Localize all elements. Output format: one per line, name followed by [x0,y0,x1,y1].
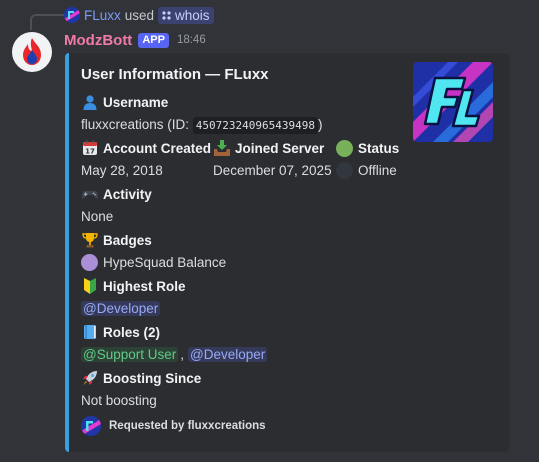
badges-value: HypeSquad Balance [103,254,227,270]
footer-text: Requested by fluxxcreations [109,420,266,432]
username-value: fluxxcreations (ID: [81,116,193,132]
footer-avatar [81,416,101,436]
slash-command-chip[interactable]: whois [158,6,214,24]
field-boosting-since: Boosting Since Not boosting [81,368,201,410]
field-name: Joined Server [235,140,325,156]
field-activity: Activity None [81,184,152,226]
field-name: Highest Role [103,278,186,294]
status-value: Offline [358,162,397,178]
beginner-icon [81,278,98,295]
trophy-icon [81,232,98,249]
slash-command-name: whois [175,7,210,23]
joined-server-value: December 07, 2025 [213,162,332,178]
message-header: ModzBott APP 18:46 [64,30,206,50]
username-value-suffix: ) [318,116,323,132]
field-name: Status [358,140,400,156]
message-timestamp[interactable]: 18:46 [177,34,206,46]
role-separator: , [180,346,185,362]
user-id-code: 450723240965439498 [192,116,319,134]
black-circle-icon [336,161,353,179]
role-mention-developer[interactable]: @Developer [81,300,161,316]
bust-in-silhouette-icon [81,94,98,111]
rocket-icon [81,370,98,387]
account-created-value: May 28, 2018 [81,162,163,178]
fluxx-logo-icon [413,62,493,142]
reply-action-text: used [124,7,155,23]
field-name: Roles (2) [103,324,161,340]
inbox-tray-icon [213,140,230,157]
embed-thumbnail[interactable] [413,62,493,142]
field-name: Boosting Since [103,370,202,386]
field-highest-role: Highest Role @Developer [81,276,186,318]
svg-text:17: 17 [85,148,95,156]
app-badge: APP [138,32,169,48]
field-joined-server: Joined Server December 07, 2025 [213,138,332,180]
field-name: Account Created [103,140,212,156]
purple-circle-icon [81,253,98,271]
embed-card: User Information — FLuxx Username fluxxc… [65,53,509,452]
field-status: Status Offline [336,138,399,180]
video-game-icon [81,186,98,203]
green-circle-icon [336,139,353,157]
embed-title: User Information — FLuxx [81,66,269,83]
slash-command-icon [162,8,171,23]
calendar-icon: 17 [81,140,98,157]
field-username: Username fluxxcreations (ID: 45072324096… [81,92,323,134]
replied-username[interactable]: FLuxx [84,8,121,23]
reply-preview[interactable]: FLuxx used whois [64,6,214,24]
flame-logo-icon [23,38,41,65]
boosting-value: Not boosting [81,392,157,408]
bot-avatar[interactable] [12,32,52,72]
field-badges: Badges HypeSquad Balance [81,230,226,272]
embed-footer: Requested by fluxxcreations [81,416,266,436]
field-name: Username [103,94,169,110]
role-mention-support-user[interactable]: @Support User [81,346,179,362]
blue-book-icon [81,324,98,341]
field-account-created: 17 Account Created May 28, 2018 [81,138,211,180]
author-name[interactable]: ModzBott [64,32,132,49]
field-roles: Roles (2) @Support User , @Developer [81,322,268,364]
activity-value: None [81,208,114,224]
role-mention-developer[interactable]: @Developer [188,346,268,362]
replied-user-avatar[interactable] [64,7,80,23]
reply-connector [30,14,64,30]
field-name: Activity [103,186,152,202]
field-name: Badges [103,232,152,248]
